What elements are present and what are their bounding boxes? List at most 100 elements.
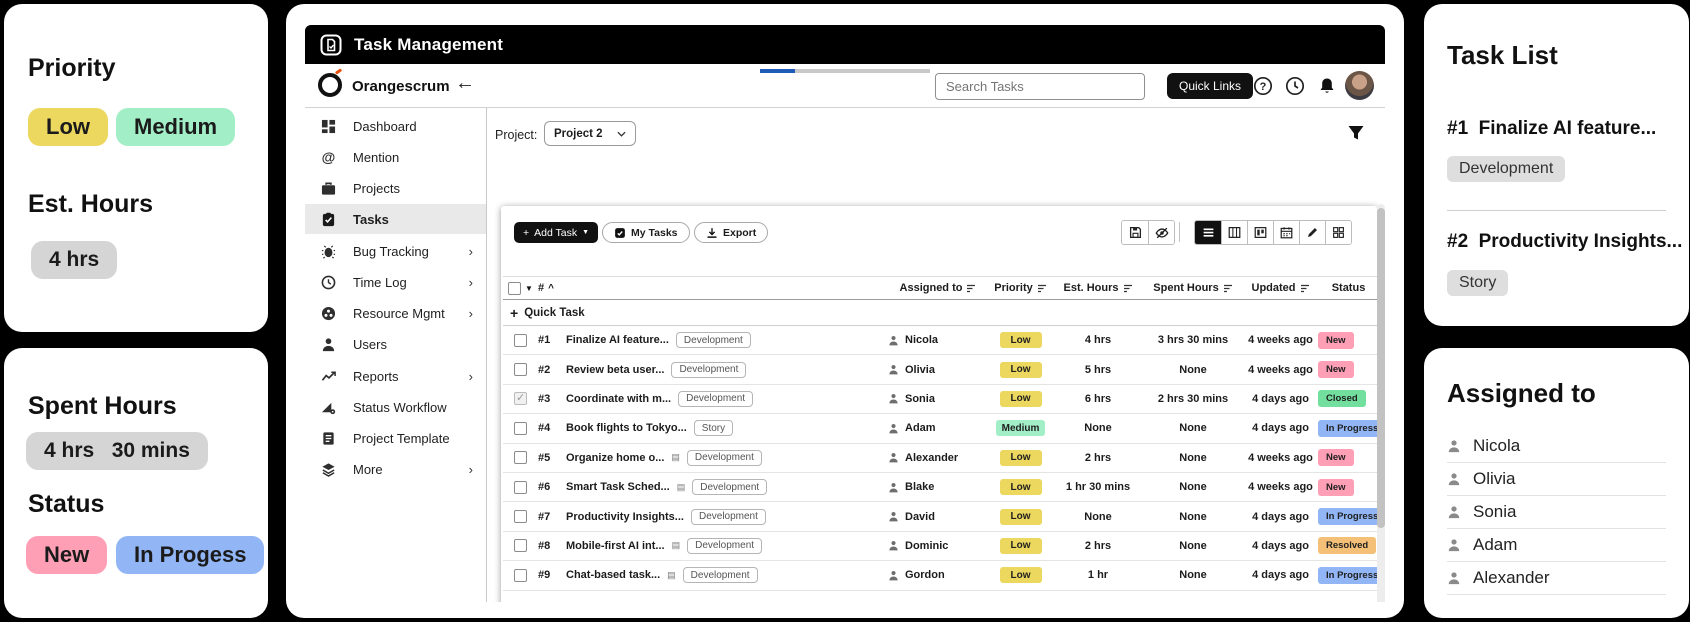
sidebar-item-resource-mgmt[interactable]: Resource Mgmt ›: [305, 298, 486, 328]
assignee-list-item: Sonia: [1447, 496, 1666, 529]
edit-view-icon[interactable]: [1299, 221, 1325, 244]
table-row[interactable]: #3 Coordinate with m... ▤ Development So…: [503, 385, 1377, 415]
row-checkbox[interactable]: [514, 421, 527, 435]
quick-links-button[interactable]: Quick Links: [1167, 73, 1254, 99]
filter-funnel-icon[interactable]: [1347, 124, 1365, 142]
column-header-priority[interactable]: Priority: [988, 282, 1053, 294]
sidebar-item-dashboard[interactable]: Dashboard: [305, 111, 486, 141]
row-checkbox[interactable]: [514, 539, 527, 553]
row-checkbox[interactable]: [514, 480, 527, 494]
row-checkbox[interactable]: [514, 391, 527, 406]
subtask-icon: ▤: [667, 569, 676, 580]
sidebar-item-bug-tracking[interactable]: Bug Tracking ›: [305, 236, 486, 266]
user-icon: [320, 337, 337, 352]
chevron-right-icon: ›: [468, 305, 473, 321]
person-icon: [889, 365, 898, 375]
table-row[interactable]: #5 Organize home o... ▤ Development Alex…: [503, 444, 1377, 473]
table-row[interactable]: #8 Mobile-first AI int... ▤ Development …: [503, 532, 1377, 562]
assignee-name: Nicola: [1473, 436, 1521, 455]
task-id: #6: [538, 481, 551, 494]
column-header-est[interactable]: Est. Hours: [1053, 282, 1143, 294]
row-checkbox[interactable]: [514, 451, 527, 465]
svg-text:?: ?: [1260, 81, 1267, 93]
grid-view-icon[interactable]: [1325, 221, 1351, 244]
status-badge: New: [1318, 361, 1354, 379]
calendar-view-icon[interactable]: [1273, 221, 1299, 244]
sidebar-item-project-template[interactable]: Project Template: [305, 423, 486, 453]
select-all-checkbox[interactable]: ▼: [503, 281, 538, 295]
task-tag-badge: Development: [692, 479, 768, 496]
table-row[interactable]: #6 Smart Task Sched... ▤ Development Bla…: [503, 473, 1377, 503]
sidebar-collapse-arrow-icon[interactable]: ←: [455, 72, 475, 95]
table-view-icon[interactable]: [1221, 221, 1247, 244]
column-header-updated[interactable]: Updated: [1243, 282, 1318, 294]
task-id: #2: [1447, 231, 1469, 252]
table-row[interactable]: #2 Review beta user... ▤ Development Oli…: [503, 355, 1377, 385]
task-id: #7: [538, 510, 551, 523]
status-inprogress-badge: In Progess: [116, 536, 265, 574]
row-checkbox[interactable]: [514, 510, 527, 524]
project-select[interactable]: Project 2: [544, 121, 636, 146]
mention-icon: @: [321, 149, 336, 165]
search-input[interactable]: [935, 73, 1145, 100]
row-checkbox[interactable]: [514, 333, 527, 347]
column-header-status[interactable]: Status: [1318, 282, 1377, 294]
status-badge: New: [1318, 331, 1354, 349]
column-header-id[interactable]: # ^: [538, 282, 566, 294]
priority-badge: Low: [999, 332, 1042, 349]
status-badge: In Progress: [1318, 566, 1377, 584]
row-checkbox[interactable]: [514, 363, 527, 377]
save-layout-icon[interactable]: [1122, 221, 1148, 244]
assignee-list-item: Nicola: [1447, 430, 1666, 463]
sidebar-item-users[interactable]: Users: [305, 329, 486, 359]
table-row[interactable]: #7 Productivity Insights... ▤ Developmen…: [503, 502, 1377, 532]
sidebar-item-more[interactable]: More ›: [305, 454, 486, 484]
sidebar-item-reports[interactable]: Reports ›: [305, 361, 486, 391]
help-icon[interactable]: ?: [1253, 76, 1273, 96]
add-task-button[interactable]: + Add Task ▼: [514, 222, 599, 243]
history-clock-icon[interactable]: [1285, 76, 1305, 96]
list-view-icon[interactable]: [1195, 221, 1221, 244]
window-title: Task Management: [354, 34, 504, 54]
vertical-scrollbar[interactable]: [1377, 204, 1385, 602]
sidebar-item-mention[interactable]: @ Mention: [305, 142, 486, 172]
est-hours-value: 4 hrs: [1084, 334, 1112, 347]
hide-columns-eye-off-icon[interactable]: [1148, 221, 1174, 244]
table-row[interactable]: #4 Book flights to Tokyo... ▤ Story Adam: [503, 414, 1377, 444]
spent-hours-value: 3 hrs 30 mins: [1157, 334, 1229, 347]
task-tag-badge: Development: [671, 361, 747, 378]
sidebar-item-projects[interactable]: Projects: [305, 173, 486, 203]
assigned-annotation-card: Assigned to Nicola Olivia Sonia Adam Ale…: [1424, 348, 1689, 618]
sidebar-item-status-workflow[interactable]: Status Workflow: [305, 392, 486, 422]
vertical-scrollbar-thumb[interactable]: [1377, 208, 1385, 528]
export-button[interactable]: Export: [694, 222, 769, 243]
table-row[interactable]: #9 Chat-based task... ▤ Development Gord…: [503, 561, 1377, 591]
caret-down-icon: ▼: [582, 229, 590, 236]
task-name: Organize home o...: [566, 451, 665, 464]
assignee-name: Alexander: [905, 451, 959, 464]
tasks-toolbar: + Add Task ▼ My Tasks Export: [501, 206, 1377, 262]
sidebar-item-time-log[interactable]: Time Log ›: [305, 267, 486, 297]
row-checkbox[interactable]: [514, 568, 527, 582]
quick-task-row[interactable]: + Quick Task: [503, 300, 1377, 326]
column-header-spent[interactable]: Spent Hours: [1143, 282, 1243, 294]
layers-icon: [320, 462, 337, 477]
task-id: #9: [538, 569, 551, 582]
app-header: Orangescrum ← Quick Links ?: [305, 64, 1385, 108]
orangescrum-logo-accent: [334, 68, 343, 75]
notifications-bell-icon[interactable]: [1317, 76, 1337, 96]
task-name: Smart Task Sched...: [566, 481, 670, 494]
sidebar-item-tasks[interactable]: Tasks: [305, 204, 486, 234]
user-avatar[interactable]: [1345, 71, 1374, 100]
my-tasks-button[interactable]: My Tasks: [602, 222, 690, 243]
kanban-view-icon[interactable]: [1247, 221, 1273, 244]
est-hours-value: None: [1084, 510, 1112, 523]
main-pane: Project: Project 2 + Add Task ▼ My Tasks…: [487, 108, 1385, 602]
priority-badge: Medium: [995, 420, 1046, 437]
table-row[interactable]: #1 Finalize AI feature... ▤ Development …: [503, 326, 1377, 356]
task-tag-badge: Development: [675, 332, 751, 349]
subtask-icon: ▤: [676, 481, 686, 492]
sort-icon: [1123, 284, 1132, 292]
column-header-assigned[interactable]: Assigned to: [888, 282, 988, 294]
person-icon: [889, 512, 898, 522]
